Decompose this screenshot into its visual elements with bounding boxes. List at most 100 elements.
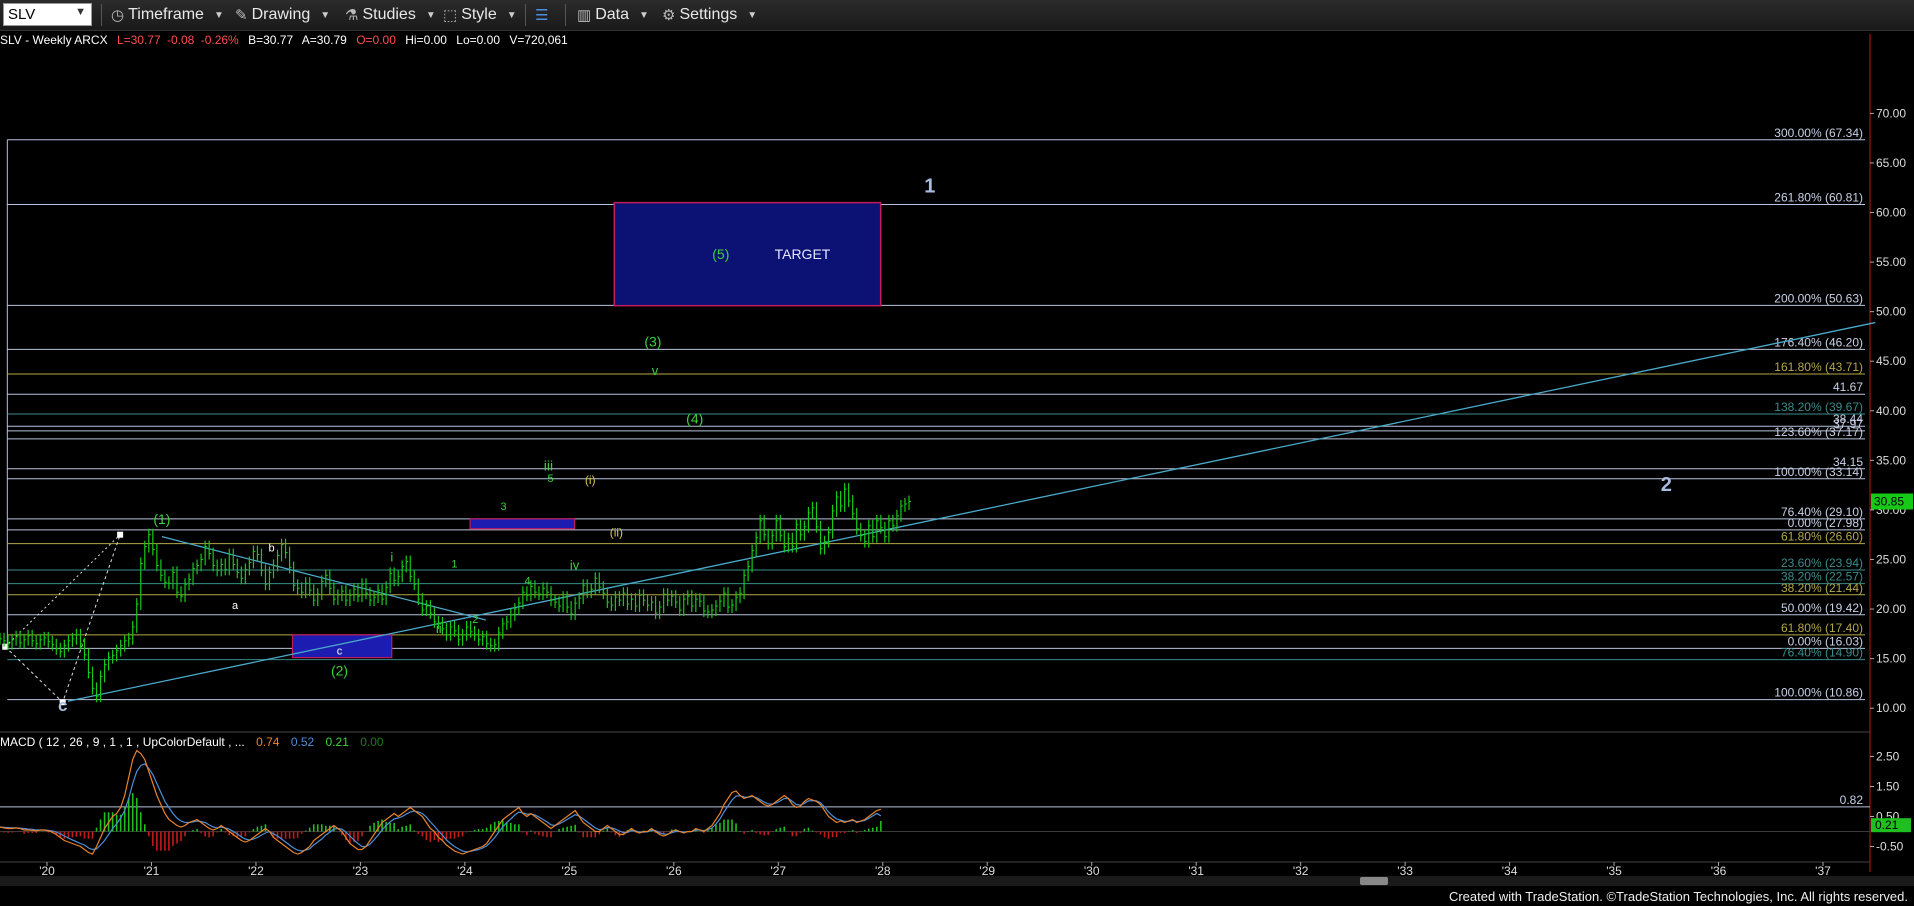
style-icon: ⬚: [443, 7, 458, 24]
timeframe-label: Timeframe: [128, 6, 204, 23]
macd-axis-label: -0.50: [1876, 840, 1904, 854]
wave-label: (i): [585, 473, 596, 487]
wave-label: (4): [686, 411, 703, 427]
price-axis-label: 30.00: [1876, 503, 1906, 517]
fib-level-label: 0.00% (16.03): [1788, 634, 1863, 648]
fib-level-label: 300.00% (67.34): [1774, 126, 1863, 140]
price-axis-label: 35.00: [1876, 453, 1906, 467]
fib-level-label: 138.20% (39.67): [1774, 400, 1863, 414]
macd-histogram-value: 0.21: [325, 735, 349, 749]
toolbar-divider: [525, 4, 526, 26]
macd-zero-value: 0.00: [360, 735, 384, 749]
fib-level-label: 61.80% (17.40): [1781, 621, 1863, 635]
gear-icon: ⚙: [662, 7, 676, 24]
macd-level-label: 0.82: [1840, 793, 1864, 807]
wave-label: iv: [570, 557, 580, 572]
wave-label: 1: [451, 558, 457, 570]
macd-signal-line: [0, 763, 882, 853]
wave-label: b: [269, 543, 275, 555]
horizontal-scrollbar[interactable]: [0, 876, 1914, 886]
macd-line: [0, 749, 882, 855]
macd-current-label: 0.21: [1875, 818, 1899, 832]
flask-icon: ⚗: [345, 7, 359, 24]
settings-menu[interactable]: ⚙ Settings ▼: [662, 5, 757, 25]
toolbar-divider: [101, 4, 102, 26]
pencil-icon: ✎: [235, 7, 248, 24]
high-price: Hi=0.00: [405, 33, 447, 47]
target-label: TARGET: [775, 246, 831, 262]
wave-label: (2): [331, 662, 348, 678]
volume: V=720,061: [509, 33, 568, 47]
fib-level-label: 161.80% (43.71): [1774, 360, 1863, 374]
price-axis-label: 45.00: [1876, 354, 1906, 368]
fib-level-label: 37.97: [1833, 417, 1863, 431]
scrollbar-thumb[interactable]: [1360, 877, 1388, 885]
clock-icon: ◷: [111, 7, 125, 24]
wave-label: (3): [644, 333, 661, 349]
layout-icon: ☰: [535, 7, 549, 24]
trendline: [161, 536, 486, 621]
symbol-input[interactable]: SLV ▼: [3, 3, 92, 26]
chevron-down-icon: ▼: [213, 9, 224, 21]
price-axis-label: 20.00: [1876, 602, 1906, 616]
macd-header: MACD ( 12 , 26 , 9 , 1 , 1 , UpColorDefa…: [0, 735, 392, 749]
price-axis-label: 40.00: [1876, 404, 1906, 418]
toolbar: SLV ▼ ◷ Timeframe ▼ ✎ Drawing ▼ ⚗ Studie…: [0, 0, 1914, 31]
chevron-down-icon: ▼: [506, 9, 517, 21]
price-chart[interactable]: 300.00% (67.34) 261.80% (60.81) 200.00% (5…: [0, 0, 1914, 906]
last-price: L=30.77: [116, 33, 161, 47]
studies-menu[interactable]: ⚗ Studies ▼: [345, 5, 436, 25]
wave-label: i: [390, 549, 393, 564]
structure-anchor-point: [117, 531, 124, 538]
price-axis-label: 70.00: [1876, 106, 1906, 120]
wave-label: 3: [500, 501, 506, 513]
fib-level-label: 50.00% (19.42): [1781, 601, 1863, 615]
style-menu[interactable]: ⬚ Style ▼: [443, 5, 517, 25]
low-price: Lo=0.00: [456, 33, 500, 47]
layout-button[interactable]: ☰: [535, 5, 548, 25]
timeframe-menu[interactable]: ◷ Timeframe ▼: [111, 5, 224, 25]
wave-label: 2: [1661, 474, 1672, 496]
toolbar-divider: [565, 4, 566, 26]
last-price-tag: [1871, 493, 1913, 510]
structure-anchor-point: [59, 699, 66, 706]
structure-dashed-line: [4, 534, 121, 704]
style-label: Style: [461, 6, 497, 23]
fib-level-label: 38.44: [1833, 412, 1863, 426]
bar-chart-icon: ▥: [577, 7, 592, 24]
data-menu[interactable]: ▥ Data ▼: [577, 5, 649, 25]
wave-label: a: [232, 600, 239, 612]
fib-level-label: 41.67: [1833, 380, 1863, 394]
chart-title: SLV - Weekly ARCX: [0, 33, 108, 47]
fib-level-label: 200.00% (50.63): [1774, 291, 1863, 305]
bid-price: B=30.77: [248, 33, 294, 47]
price-axis-label: 25.00: [1876, 552, 1906, 566]
macd-label: MACD ( 12 , 26 , 9 , 1 , 1 , UpColorDefa…: [0, 735, 245, 749]
wave-label: (ii): [610, 526, 623, 540]
wave-label: iii: [544, 457, 553, 473]
chevron-down-icon[interactable]: ▼: [75, 6, 86, 18]
chevron-down-icon: ▼: [638, 9, 649, 21]
settings-label: Settings: [679, 6, 738, 23]
price-axis-label: 10.00: [1876, 701, 1906, 715]
support-zone-box: [291, 634, 393, 659]
data-label: Data: [595, 6, 629, 23]
structure-anchor-point: [2, 643, 9, 650]
price-axis-label: 55.00: [1876, 255, 1906, 269]
studies-label: Studies: [362, 6, 416, 23]
pct-change: -0.26%: [200, 33, 239, 47]
macd-axis-label: 2.50: [1876, 750, 1900, 764]
fib-level-label: 61.80% (26.60): [1781, 530, 1863, 544]
price-axis-label: 50.00: [1876, 305, 1906, 319]
fib-level-label: 23.60% (23.94): [1781, 556, 1863, 570]
open-price: O=0.00: [356, 33, 396, 47]
drawing-menu[interactable]: ✎ Drawing ▼: [235, 5, 330, 25]
macd-value: 0.74: [256, 735, 280, 749]
symbol-value: SLV: [8, 6, 36, 23]
fib-level-label: 38.20% (21.44): [1781, 581, 1863, 595]
fib-level-label: 76.40% (29.10): [1781, 505, 1863, 519]
macd-current-tag: [1871, 818, 1911, 833]
fib-level-label: 38.20% (22.57): [1781, 570, 1863, 584]
fib-level-label: 0.00% (27.98): [1788, 516, 1863, 530]
target-zone-box: [613, 201, 882, 307]
